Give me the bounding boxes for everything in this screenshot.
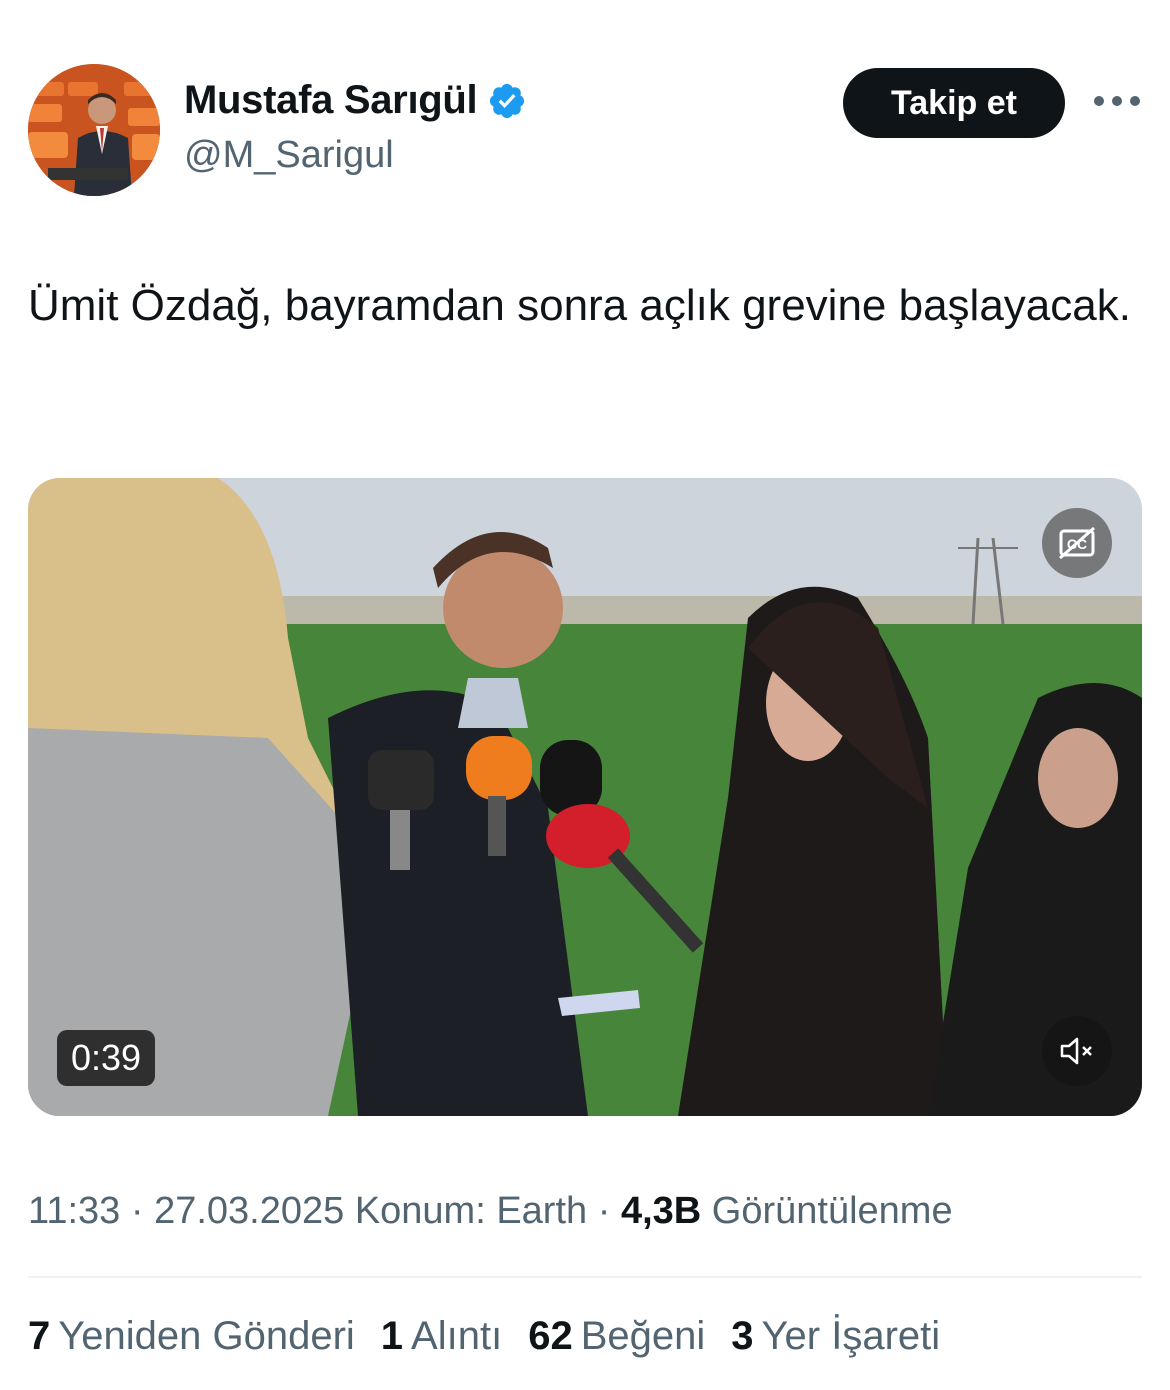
- dot: [1112, 96, 1122, 106]
- more-options-icon[interactable]: [1094, 88, 1140, 114]
- volume-muted-icon: [1060, 1037, 1092, 1065]
- reposts-label: Yeniden Gönderi: [58, 1314, 355, 1358]
- quotes-stat[interactable]: 1 Alıntı: [381, 1314, 502, 1359]
- divider: [28, 1276, 1142, 1278]
- verified-badge-icon: [490, 83, 525, 118]
- closed-captions-button[interactable]: CC: [1042, 508, 1112, 578]
- video-duration: 0:39: [57, 1030, 156, 1086]
- likes-label: Beğeni: [580, 1314, 706, 1358]
- video-frame: [28, 478, 1142, 1116]
- mute-toggle-button[interactable]: [1042, 1016, 1112, 1086]
- reposts-count: 7: [28, 1314, 51, 1358]
- tweet-time[interactable]: 11:33: [28, 1190, 120, 1232]
- quotes-count: 1: [380, 1314, 404, 1358]
- likes-count: 62: [528, 1314, 573, 1358]
- video-player[interactable]: [28, 478, 1142, 1116]
- tweet-meta: 11:33 · 27.03.2025 Konum: Earth · 4,3B G…: [28, 1190, 953, 1232]
- quotes-label: Alıntı: [411, 1314, 503, 1358]
- tweet-date[interactable]: 27.03.2025: [154, 1190, 344, 1232]
- likes-stat[interactable]: 62 Beğeni: [528, 1314, 705, 1359]
- author-name-row[interactable]: Mustafa Sarıgül: [184, 78, 527, 123]
- author-handle[interactable]: @M_Sarigul: [184, 134, 394, 177]
- views-label: Görüntülenme: [711, 1190, 953, 1232]
- tweet-stats: 7 Yeniden Gönderi 1 Alıntı 62 Beğeni 3 Yer İ…: [28, 1314, 940, 1359]
- bookmarks-count: 3: [731, 1314, 754, 1358]
- bookmarks-label: Yer İşareti: [761, 1314, 941, 1358]
- views-count: 4,3B: [620, 1190, 702, 1232]
- dot: [1130, 96, 1140, 106]
- tweet-location: Konum: Earth: [354, 1190, 588, 1232]
- reposts-stat[interactable]: 7 Yeniden Gönderi: [28, 1314, 355, 1359]
- avatar-image: [28, 64, 160, 196]
- closed-captions-off-icon: CC: [1059, 526, 1095, 560]
- author-display-name[interactable]: Mustafa Sarıgül: [184, 78, 478, 123]
- dot: [1094, 96, 1104, 106]
- bookmarks-stat[interactable]: 3 Yer İşareti: [731, 1314, 940, 1359]
- follow-button[interactable]: Takip et: [843, 68, 1065, 138]
- tweet-text: Ümit Özdağ, bayramdan sonra açlık grevin…: [28, 281, 1131, 330]
- author-avatar[interactable]: [28, 64, 160, 196]
